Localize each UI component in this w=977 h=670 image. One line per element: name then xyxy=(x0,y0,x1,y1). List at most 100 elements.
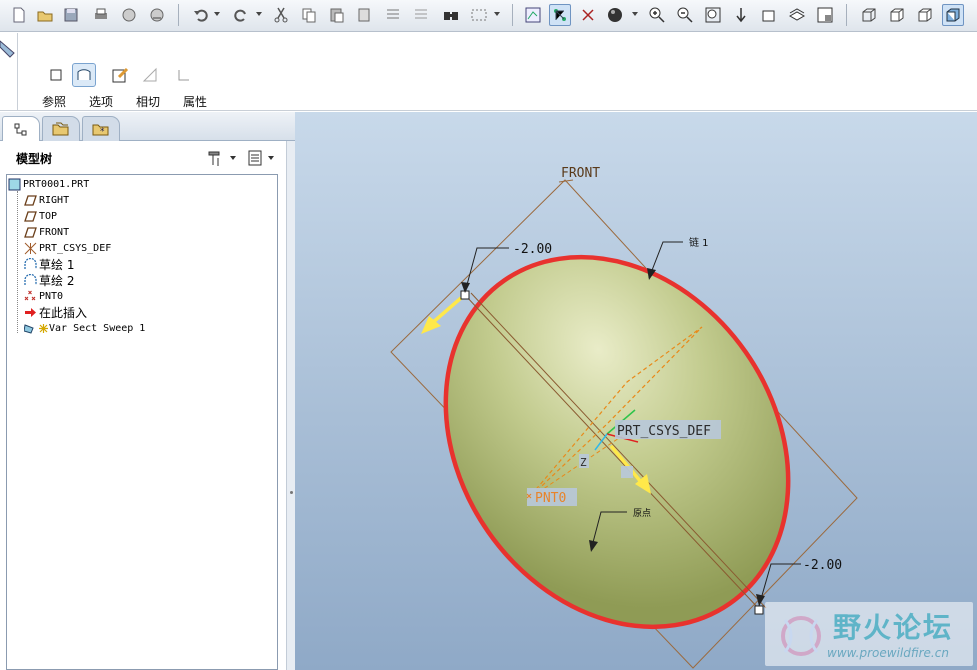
axis-x-label-bg xyxy=(621,466,633,478)
print-icon[interactable] xyxy=(90,4,112,26)
regenerate-icon[interactable] xyxy=(382,4,404,26)
dim-top-value[interactable]: -2.00 xyxy=(513,242,552,257)
point-display-icon[interactable] xyxy=(577,4,599,26)
tree-item-label: PNT0 xyxy=(39,290,64,302)
end-point-handle[interactable] xyxy=(754,605,764,615)
sweep-feature-icon xyxy=(0,40,15,58)
tree-guide-line xyxy=(17,191,18,333)
open-folder-icon[interactable] xyxy=(34,4,56,26)
tree-item-part[interactable]: PRT0001.PRT xyxy=(7,176,89,192)
paste-special-icon[interactable] xyxy=(354,4,376,26)
dashboard-left-edge xyxy=(0,33,18,111)
panel-splitter[interactable] xyxy=(286,141,295,670)
model-tree-tab[interactable] xyxy=(2,116,40,142)
graphics-viewport[interactable]: FRONT -2.00 -2.00 链 1 原点 PRT_CSYS_DEF PN… xyxy=(295,112,977,670)
model-tree-header: 模型树 xyxy=(0,141,295,174)
show-list-icon xyxy=(248,150,274,166)
splitter-grip xyxy=(290,491,293,494)
tree-show-button[interactable] xyxy=(246,148,278,168)
tree-item-csys[interactable]: PRT_CSYS_DEF xyxy=(23,240,111,256)
dim-bottom-value[interactable]: -2.00 xyxy=(803,558,842,573)
select-box-icon[interactable] xyxy=(468,4,490,26)
tree-item-sketch-2[interactable]: 草绘 2 xyxy=(23,272,74,288)
tree-item-sketch-1[interactable]: 草绘 1 xyxy=(23,256,74,272)
main-toolbar xyxy=(0,0,977,32)
redo-icon[interactable] xyxy=(230,4,252,26)
refit-icon[interactable] xyxy=(702,4,724,26)
favorites-tab[interactable]: * xyxy=(82,116,120,141)
origin-label[interactable]: 原点 xyxy=(633,508,651,519)
tree-item-var-sect-sweep[interactable]: Var Sect Sweep 1 xyxy=(23,320,145,336)
sketch-icon xyxy=(23,273,37,287)
end-condition-icon[interactable] xyxy=(172,63,196,87)
dim-bottom-arrowhead xyxy=(756,594,765,606)
tangency-tab[interactable]: 相切 xyxy=(136,93,160,110)
cut-icon[interactable] xyxy=(270,4,292,26)
folder-browser-tab[interactable] xyxy=(42,116,80,141)
watermark-url: www.proewildfire.cn xyxy=(827,646,949,660)
no-hidden-icon[interactable] xyxy=(914,4,936,26)
tree-item-insert-here[interactable]: 在此插入 xyxy=(23,304,87,320)
tangency-tab-icon[interactable] xyxy=(108,63,132,87)
view-manager-icon[interactable] xyxy=(814,4,836,26)
svg-text:*: * xyxy=(100,127,105,137)
zoom-in-icon[interactable] xyxy=(646,4,668,26)
layers-icon[interactable] xyxy=(786,4,808,26)
new-file-icon[interactable] xyxy=(8,4,30,26)
tree-item-label: PRT_CSYS_DEF xyxy=(39,242,112,254)
hidden-line-icon[interactable] xyxy=(886,4,908,26)
find-binoculars-icon[interactable] xyxy=(440,4,462,26)
tree-item-top[interactable]: TOP xyxy=(23,208,57,224)
model-tree-title: 模型树 xyxy=(16,152,53,166)
tree-item-front[interactable]: FRONT xyxy=(23,224,69,240)
zoom-out-icon[interactable] xyxy=(674,4,696,26)
datum-plane-icon xyxy=(23,225,37,239)
datum-plane-icon xyxy=(23,193,37,207)
regen-manager-icon[interactable] xyxy=(410,4,432,26)
reorient-icon[interactable] xyxy=(730,4,752,26)
options-tab-icon[interactable] xyxy=(72,63,96,87)
tree-settings-button[interactable] xyxy=(206,148,238,168)
tree-item-label: RIGHT xyxy=(39,194,70,206)
datum-plane-icon xyxy=(23,209,37,223)
tree-item-right[interactable]: RIGHT xyxy=(23,192,69,208)
chain-label[interactable]: 链 1 xyxy=(689,236,709,249)
undo-icon[interactable] xyxy=(190,4,212,26)
reference-tab-icon[interactable] xyxy=(44,63,68,87)
email-link-icon[interactable] xyxy=(146,4,168,26)
copy-icon[interactable] xyxy=(298,4,320,26)
var-sect-sweep-icon xyxy=(23,321,37,335)
forum-logo-icon xyxy=(781,616,821,656)
csys-icon xyxy=(23,241,37,255)
tree-item-label: 在此插入 xyxy=(39,305,88,320)
options-tab[interactable]: 选项 xyxy=(89,93,113,110)
reference-tab[interactable]: 参照 xyxy=(42,93,66,110)
axis-display-icon[interactable] xyxy=(549,4,571,26)
shaded-cube-icon[interactable] xyxy=(942,4,964,26)
csys-label[interactable]: PRT_CSYS_DEF xyxy=(617,424,711,439)
shading-sphere-icon[interactable] xyxy=(604,4,626,26)
dim-bottom-leader xyxy=(758,563,801,607)
tree-item-pnt0[interactable]: PNT0 xyxy=(23,288,63,304)
datum-display-icon[interactable] xyxy=(522,4,544,26)
tree-item-label: FRONT xyxy=(39,226,70,238)
paste-icon[interactable] xyxy=(326,4,348,26)
front-plane-label[interactable]: FRONT xyxy=(561,166,600,181)
tree-item-label: TOP xyxy=(39,210,58,222)
start-direction-arrow[interactable] xyxy=(429,296,463,326)
save-icon[interactable] xyxy=(60,4,82,26)
sketch-icon xyxy=(23,257,37,271)
email-icon[interactable] xyxy=(118,4,140,26)
feature-dashboard: 参照 选项 相切 属性 xyxy=(0,33,977,111)
saved-views-icon[interactable] xyxy=(758,4,780,26)
forum-watermark: 野火论坛 www.proewildfire.cn xyxy=(765,602,973,666)
properties-tab-icon[interactable] xyxy=(138,63,162,87)
properties-tab[interactable]: 属性 xyxy=(183,93,207,110)
wireframe-icon[interactable] xyxy=(858,4,880,26)
tree-item-label: Var Sect Sweep 1 xyxy=(49,322,146,334)
favorites-folder-icon: * xyxy=(92,124,109,137)
tree-item-label: 草绘 2 xyxy=(39,273,75,288)
navigator-tabs: * xyxy=(0,112,295,142)
point-label[interactable]: PNT0 xyxy=(535,491,566,506)
model-tree-tab-icon xyxy=(14,123,27,135)
